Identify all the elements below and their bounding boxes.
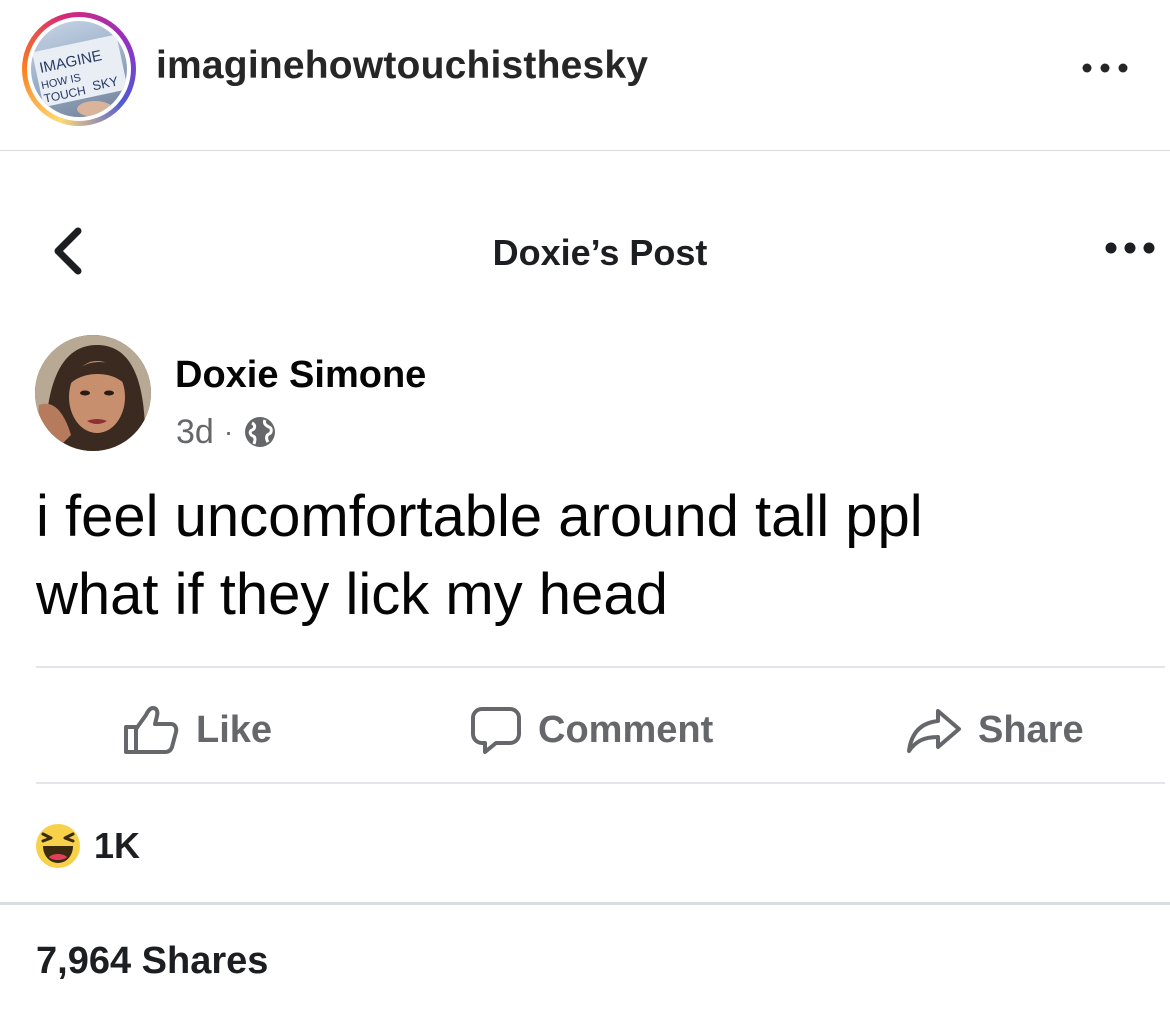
post-more-icon[interactable] <box>1104 238 1156 258</box>
comment-bubble-icon <box>471 707 521 754</box>
comment-label: Comment <box>538 708 714 751</box>
instagram-username[interactable]: imaginehowtouchisthesky <box>156 44 648 88</box>
header-divider <box>0 150 1170 151</box>
like-label: Like <box>196 708 273 751</box>
story-ring[interactable]: IMAGINE HOW IS TOUCH SKY <box>22 12 136 126</box>
meta-separator: · <box>223 416 234 447</box>
more-options-icon[interactable] <box>1080 56 1130 80</box>
thumbs-up-icon <box>124 706 179 754</box>
reactions-summary[interactable]: 1K <box>34 822 140 870</box>
share-button[interactable]: Share <box>906 700 1084 760</box>
actions-bottom-divider <box>36 782 1165 784</box>
post-text-line: i feel uncomfortable around tall ppl <box>36 484 923 549</box>
globe-icon <box>245 417 276 447</box>
reaction-count: 1K <box>94 825 141 866</box>
post-body: i feel uncomfortable around tall ppl wha… <box>36 478 1146 634</box>
shares-count[interactable]: 7,964 Shares <box>36 940 268 983</box>
post-text-line: what if they lick my head <box>36 562 668 627</box>
post-page-title: Doxie’s Post <box>492 232 708 273</box>
author-photo <box>35 335 151 451</box>
haha-reaction-icon <box>36 824 80 868</box>
like-button[interactable]: Like <box>122 700 272 760</box>
actions-top-divider <box>36 666 1165 668</box>
profile-avatar[interactable]: IMAGINE HOW IS TOUCH SKY <box>31 21 127 117</box>
avatar-sign-image: IMAGINE HOW IS TOUCH SKY <box>32 34 127 117</box>
comment-button[interactable]: Comment <box>470 700 713 760</box>
post-time[interactable]: 3d <box>176 413 214 452</box>
share-arrow-icon <box>907 709 961 753</box>
post-meta: 3d · <box>176 410 277 454</box>
share-label: Share <box>978 708 1084 751</box>
author-name[interactable]: Doxie Simone <box>175 354 426 397</box>
author-avatar[interactable] <box>35 335 151 451</box>
section-divider <box>0 902 1170 905</box>
instagram-header: IMAGINE HOW IS TOUCH SKY imaginehowtouch… <box>0 0 1170 150</box>
